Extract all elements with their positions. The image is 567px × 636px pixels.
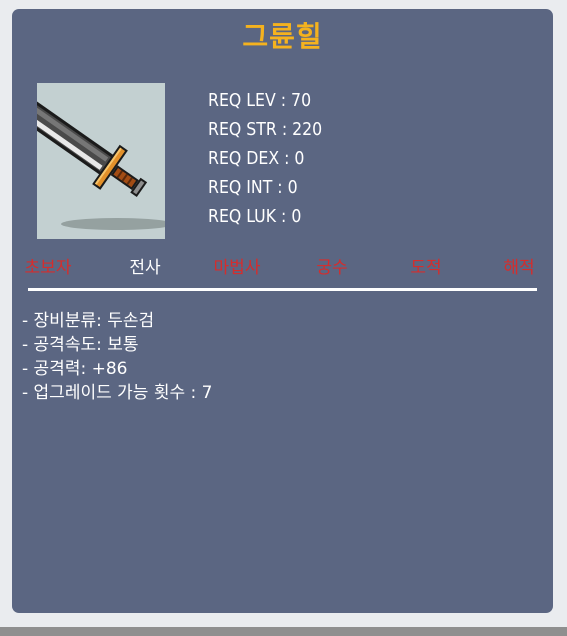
bottom-bar <box>0 627 567 636</box>
item-stats: - 장비분류: 두손검 - 공격속도: 보통 - 공격력: +86 - 업그레이… <box>22 309 212 405</box>
req-dex: REQ DEX : 0 <box>208 149 305 169</box>
divider <box>28 288 537 291</box>
stat-attack: - 공격력: +86 <box>22 359 128 379</box>
item-name: 그륜힐 <box>242 20 323 53</box>
stat-upgrade-slots: - 업그레이드 가능 횟수 : 7 <box>22 383 213 403</box>
stat-category: - 장비분류: 두손검 <box>22 311 155 331</box>
requirements-list: REQ LEV : 70 REQ STR : 220 REQ DEX : 0 R… <box>208 87 322 232</box>
job-thief: 도적 <box>410 258 442 278</box>
stat-attack-speed: - 공격속도: 보통 <box>22 335 139 355</box>
req-luk: REQ LUK : 0 <box>208 207 302 227</box>
req-level: REQ LEV : 70 <box>208 91 312 111</box>
job-list: 초보자 전사 마법사 궁수 도적 해적 <box>12 253 553 279</box>
req-str: REQ STR : 220 <box>208 120 323 140</box>
job-warrior: 전사 <box>129 258 161 278</box>
job-magician: 마법사 <box>213 258 261 278</box>
job-beginner: 초보자 <box>24 258 72 278</box>
req-int: REQ INT : 0 <box>208 178 298 198</box>
item-tooltip-card: 그륜힐 REQ LEV: 70 REQ STR: 220 REQ DEX:… <box>12 9 553 613</box>
job-pirate: 해적 <box>503 258 535 278</box>
job-archer: 궁수 <box>316 258 348 278</box>
two-handed-sword-icon <box>37 83 165 239</box>
